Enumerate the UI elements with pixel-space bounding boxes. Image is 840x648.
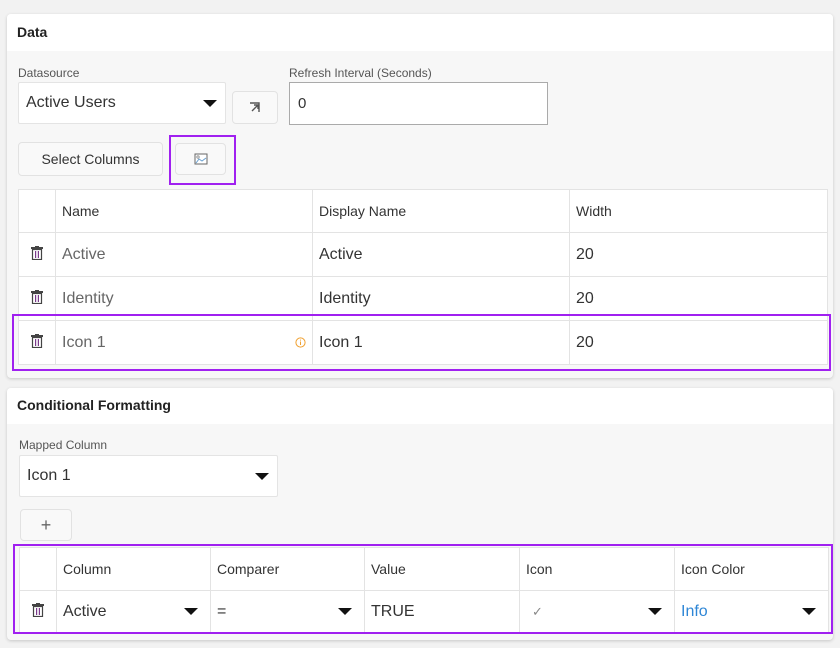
column-name-cell: Active (55, 232, 313, 277)
rule-icon-select[interactable]: ✓ (519, 590, 675, 633)
display-name-input[interactable]: Active (312, 232, 570, 277)
column-name-text: Icon 1 (62, 333, 106, 351)
display-name-input[interactable]: Icon 1 (312, 320, 570, 365)
table-header-row: Name Display Name Width (18, 189, 828, 233)
rule-row: Active = TRUE ✓ Info (19, 590, 829, 633)
table-row: Active Active 20 (18, 232, 828, 277)
rule-icon-color-value: Info (681, 602, 708, 620)
header-column: Column (56, 547, 211, 591)
columns-table: Name Display Name Width Active Active 20… (18, 189, 828, 365)
header-value: Value (364, 547, 520, 591)
open-external-icon (250, 101, 260, 112)
header-display-name: Display Name (312, 189, 570, 233)
display-name-input[interactable]: Identity (312, 276, 570, 321)
datasource-select[interactable]: Active Users (18, 82, 226, 124)
trash-icon[interactable] (31, 334, 43, 351)
refresh-interval-label: Refresh Interval (Seconds) (289, 66, 432, 80)
chevron-down-icon (255, 472, 269, 480)
datasource-value: Active Users (26, 94, 116, 111)
image-button[interactable] (175, 143, 226, 175)
table-row: Identity Identity 20 (18, 276, 828, 321)
chevron-down-icon (338, 608, 352, 615)
column-name-cell: Icon 1 (55, 320, 313, 365)
header-width: Width (569, 189, 828, 233)
data-panel-title: Data (7, 14, 833, 51)
table-row: Icon 1 Icon 1 20 (18, 320, 828, 365)
chevron-down-icon (802, 608, 816, 615)
mapped-column-value: Icon 1 (27, 467, 71, 484)
rules-table: Column Comparer Value Icon Icon Color Ac… (19, 547, 829, 633)
select-columns-button[interactable]: Select Columns (18, 142, 163, 176)
width-input[interactable]: 20 (569, 232, 828, 277)
warning-info-icon[interactable] (295, 337, 306, 348)
header-name: Name (55, 189, 313, 233)
datasource-label: Datasource (18, 66, 80, 80)
mapped-column-select[interactable]: Icon 1 (19, 455, 278, 497)
width-input[interactable]: 20 (569, 320, 828, 365)
trash-icon[interactable] (31, 290, 43, 307)
header-icon: Icon (519, 547, 675, 591)
header-action (19, 547, 57, 591)
open-datasource-button[interactable] (232, 91, 278, 124)
rule-column-value: Active (63, 602, 107, 620)
check-icon: ✓ (532, 603, 543, 619)
column-name-cell: Identity (55, 276, 313, 321)
mapped-column-label: Mapped Column (19, 438, 108, 452)
header-action (18, 189, 56, 233)
data-panel: Data Datasource Active Users Refresh Int… (7, 14, 833, 378)
refresh-interval-value: 0 (298, 95, 307, 112)
add-rule-button[interactable]: + (20, 509, 72, 541)
rule-comparer-select[interactable]: = (210, 590, 365, 633)
width-input[interactable]: 20 (569, 276, 828, 321)
header-comparer: Comparer (210, 547, 365, 591)
chevron-down-icon (203, 99, 217, 107)
rule-icon-color-select[interactable]: Info (674, 590, 829, 633)
conditional-formatting-panel: Conditional Formatting Mapped Column Ico… (7, 388, 833, 640)
cf-panel-title: Conditional Formatting (7, 388, 833, 424)
refresh-interval-input[interactable]: 0 (289, 82, 548, 125)
chevron-down-icon (184, 608, 198, 615)
trash-icon[interactable] (31, 246, 43, 263)
rule-comparer-value: = (217, 602, 227, 620)
rule-value-input[interactable]: TRUE (364, 590, 520, 633)
rule-column-select[interactable]: Active (56, 590, 211, 633)
header-icon-color: Icon Color (674, 547, 829, 591)
image-icon (194, 153, 207, 165)
rules-header-row: Column Comparer Value Icon Icon Color (19, 547, 829, 591)
chevron-down-icon (648, 608, 662, 615)
trash-icon[interactable] (32, 603, 44, 620)
